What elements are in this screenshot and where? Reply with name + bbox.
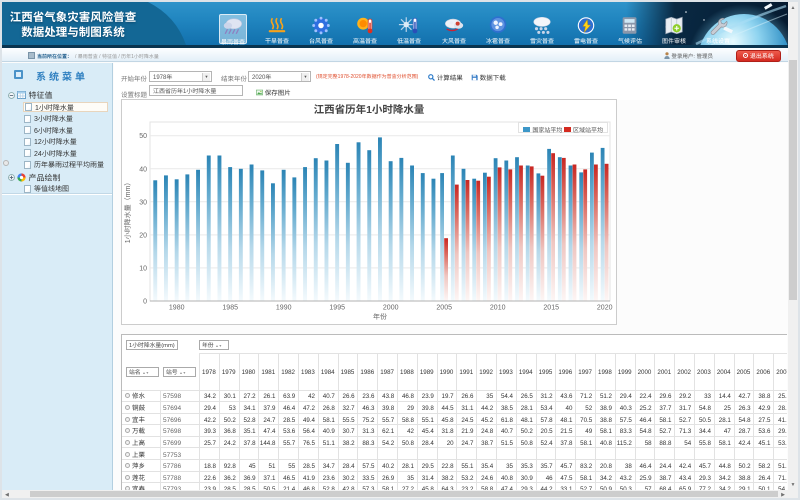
svg-text:20: 20 — [139, 230, 147, 240]
svg-text:0: 0 — [143, 297, 147, 307]
svg-text:2010: 2010 — [490, 303, 506, 313]
svg-text:2015: 2015 — [543, 303, 559, 313]
svg-text:2020: 2020 — [597, 303, 613, 313]
svg-text:30: 30 — [139, 197, 147, 207]
svg-text:1985: 1985 — [222, 303, 238, 313]
svg-text:1990: 1990 — [276, 303, 292, 313]
svg-text:1980: 1980 — [169, 303, 185, 313]
svg-text:50: 50 — [139, 131, 147, 141]
svg-text:10: 10 — [139, 263, 147, 273]
svg-text:1995: 1995 — [329, 303, 345, 313]
svg-text:年份: 年份 — [373, 312, 387, 322]
svg-text:1小时降水量（mm）: 1小时降水量（mm） — [123, 179, 133, 244]
svg-text:2000: 2000 — [383, 303, 399, 313]
svg-text:40: 40 — [139, 164, 147, 174]
svg-text:2005: 2005 — [436, 303, 452, 313]
